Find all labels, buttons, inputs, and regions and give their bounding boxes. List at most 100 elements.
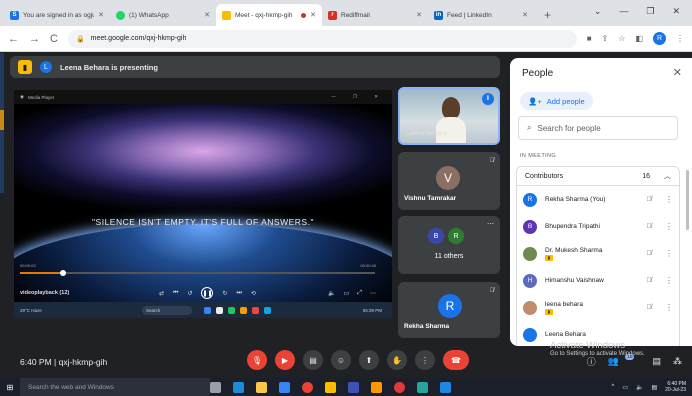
playback-controls: ⇄ ⏮ ↺ ❚❚ ↻ ⏭ ⟲ <box>159 287 256 299</box>
store-icon[interactable] <box>279 381 290 393</box>
more-menu-icon[interactable]: ⋮ <box>676 34 684 43</box>
close-tab-icon[interactable]: ✕ <box>98 11 104 19</box>
file-explorer-icon[interactable] <box>256 381 267 393</box>
seek-bar-knob[interactable] <box>59 270 66 276</box>
leave-call-button[interactable]: ☎ <box>443 350 469 370</box>
rewind-icon[interactable]: ↺ <box>187 290 192 297</box>
close-tab-icon[interactable]: ✕ <box>204 11 210 19</box>
participant-name: Dr. Mukesh Sharma <box>545 246 603 254</box>
captions-button[interactable]: ▤ <box>303 350 323 370</box>
people-icon[interactable]: 👥 <box>608 356 619 367</box>
edge-icon[interactable] <box>233 381 244 393</box>
seek-bar[interactable] <box>20 270 375 276</box>
mic-off-icon[interactable]: 🎙̸ <box>641 223 657 230</box>
app-icon[interactable] <box>440 381 451 393</box>
close-window-icon[interactable]: ✕ <box>672 6 680 17</box>
camera-icon[interactable]: ■ <box>587 34 592 43</box>
presenter-avatar: L <box>40 61 52 73</box>
tile-others[interactable]: ⋯ B R 11 others <box>398 216 500 274</box>
address-bar: ← → C 🔒 meet.google.com/qxj-hkmp-gih ■ ⇪… <box>0 26 692 52</box>
pause-icon[interactable]: ❚❚ <box>201 287 214 299</box>
chat-icon[interactable]: ▤ <box>652 356 661 367</box>
profile-avatar[interactable]: R <box>653 32 666 45</box>
back-icon[interactable]: ← <box>8 33 19 45</box>
volume-icon[interactable]: 🔈 <box>328 290 335 297</box>
more-options-icon[interactable]: ⋮ <box>665 195 673 204</box>
list-item[interactable]: B Bhupendra Tripathi 🎙̸ ⋮ <box>516 213 680 240</box>
windows-start-icon[interactable]: ⊞ <box>0 383 20 392</box>
forward-icon[interactable]: → <box>29 33 40 45</box>
list-item[interactable]: Dr. Mukesh Sharma ▮ 🎙̸ ⋮ <box>516 240 680 267</box>
close-tab-icon[interactable]: ✕ <box>416 11 422 19</box>
more-icon[interactable]: ⋯ <box>370 290 376 297</box>
app-icon[interactable] <box>417 381 428 393</box>
panel-scrollbar[interactable] <box>686 170 689 230</box>
list-item[interactable]: R Rekha Sharma (You) 🎙̸ ⋮ <box>516 186 680 213</box>
contributors-header[interactable]: Contributors 16 ︿ <box>516 166 680 186</box>
more-options-button[interactable]: ⋮ <box>415 350 435 370</box>
chrome-icon[interactable] <box>302 381 313 393</box>
presenting-text: Leena Behara is presenting <box>60 62 158 72</box>
list-item[interactable]: H Himanshu Vaishnaw 🎙̸ ⋮ <box>516 267 680 294</box>
more-options-icon[interactable]: ⋮ <box>665 222 673 231</box>
repeat-icon[interactable]: ⟲ <box>251 290 256 297</box>
reload-icon[interactable]: C <box>50 33 58 45</box>
minimize-icon[interactable]: — <box>619 6 628 16</box>
app-icon[interactable] <box>325 381 336 393</box>
close-tab-icon[interactable]: ✕ <box>310 11 316 19</box>
tab-whatsapp[interactable]: (1) WhatsApp ✕ <box>110 4 216 26</box>
chevron-up-icon[interactable]: ︿ <box>664 171 671 181</box>
task-view-icon[interactable] <box>210 381 221 393</box>
url-field[interactable]: 🔒 meet.google.com/qxj-hkmp-gih <box>67 29 577 48</box>
app-icon[interactable] <box>348 381 359 393</box>
camera-off-button[interactable]: ▶ <box>275 350 295 370</box>
mic-off-icon[interactable]: 🎙̸ <box>641 250 657 257</box>
bookmark-star-icon[interactable]: ☆ <box>618 34 625 43</box>
activities-icon[interactable]: ⁂ <box>673 356 682 367</box>
tab-signed-in[interactable]: S You are signed in as ogju388 ✕ <box>4 4 110 26</box>
tab-linkedin[interactable]: in Feed | LinkedIn ✕ <box>428 4 534 26</box>
mic-off-button[interactable]: 🎙 <box>247 350 267 370</box>
cast-icon[interactable]: ▭ <box>344 290 350 297</box>
windows-taskbar: ⊞ Search the web and Windows ^ ▭ 🔈 ▤ 6:4… <box>0 378 692 396</box>
people-search-input[interactable]: ⌕ Search for people <box>518 116 678 140</box>
app-icon[interactable] <box>371 381 382 393</box>
notifications-icon[interactable]: ▤ <box>651 384 657 391</box>
maximize-icon[interactable]: ❐ <box>646 6 654 17</box>
tab-meet[interactable]: Meet - qxj-hkmp-gih ✕ <box>216 4 322 26</box>
add-people-button[interactable]: 👤+ Add people <box>520 92 593 110</box>
network-icon[interactable]: ▭ <box>622 384 628 391</box>
media-controls: videoplayback (12) ⇄ ⏮ ↺ ❚❚ ↻ ⏭ ⟲ 🔈 ▭ ⤢ … <box>14 286 392 300</box>
shuffle-icon[interactable]: ⇄ <box>159 290 164 297</box>
more-options-icon[interactable]: ⋮ <box>665 303 673 312</box>
mic-off-icon[interactable]: 🎙̸ <box>641 196 657 203</box>
taskbar-clock[interactable]: 6:40 PM 20-Jul-23 <box>665 381 686 393</box>
more-options-icon[interactable]: ⋮ <box>665 276 673 285</box>
opera-icon[interactable] <box>394 381 405 393</box>
close-tab-icon[interactable]: ✕ <box>522 11 528 19</box>
share-icon[interactable]: ⇪ <box>602 34 609 43</box>
tile-rekha[interactable]: 🎙̸ R Rekha Sharma <box>398 282 500 338</box>
windows-search[interactable]: Search the web and Windows <box>20 378 210 396</box>
tab-rediffmail[interactable]: r Rediffmail ✕ <box>322 4 428 26</box>
list-item[interactable]: leena behara ▮ 🎙̸ ⋮ <box>516 294 680 321</box>
present-button[interactable]: ⬆ <box>359 350 379 370</box>
fullscreen-icon[interactable]: ⤢ <box>357 290 362 297</box>
tray-up-icon[interactable]: ^ <box>611 384 614 390</box>
tile-vishnu[interactable]: 🎙̸ V Vishnu Tamrakar <box>398 152 500 210</box>
sidebar-icon[interactable]: ◧ <box>635 34 643 43</box>
emoji-button[interactable]: ☺ <box>331 350 351 370</box>
forward-skip-icon[interactable]: ↻ <box>222 290 227 297</box>
volume-icon[interactable]: 🔈 <box>636 384 643 391</box>
more-options-icon[interactable]: ⋮ <box>665 249 673 258</box>
more-options-icon[interactable]: ⋯ <box>487 220 494 228</box>
tile-self-video[interactable]: ⦀ Leena Behara <box>398 87 500 145</box>
previous-icon[interactable]: ⏮ <box>173 290 178 297</box>
raise-hand-button[interactable]: ✋ <box>387 350 407 370</box>
chevron-down-icon[interactable]: ⌄ <box>594 6 602 17</box>
close-icon[interactable]: ✕ <box>673 66 682 79</box>
mic-off-icon[interactable]: 🎙̸ <box>641 277 657 284</box>
mic-off-icon[interactable]: 🎙̸ <box>641 304 657 311</box>
next-icon[interactable]: ⏭ <box>237 290 242 297</box>
new-tab-button[interactable]: + <box>534 8 561 26</box>
